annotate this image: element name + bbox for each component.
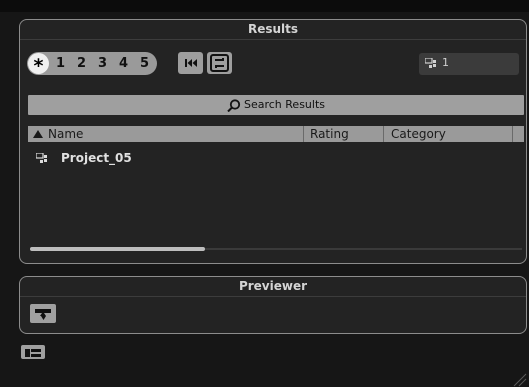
top-bar <box>0 0 529 12</box>
magnifier-icon <box>227 98 241 112</box>
result-name: Project_05 <box>61 151 132 165</box>
search-results-label: Search Results <box>243 98 325 111</box>
column-divider[interactable] <box>512 126 513 142</box>
previewer-panel: Previewer <box>19 276 527 334</box>
previewer-title: Previewer <box>20 277 526 297</box>
resize-grip-icon[interactable] <box>512 372 527 387</box>
rating-filter[interactable]: * 1 2 3 4 5 <box>27 52 157 77</box>
column-divider[interactable] <box>383 126 384 142</box>
column-category[interactable]: Category <box>391 126 446 142</box>
horizontal-scrollbar-thumb[interactable] <box>30 247 205 251</box>
skip-to-start-icon <box>185 59 197 67</box>
sync-button[interactable] <box>207 52 232 74</box>
rating-2-button[interactable]: 2 <box>77 52 86 75</box>
results-toolbar: * 1 2 3 4 5 1 <box>27 50 520 77</box>
result-count-field: 1 <box>419 53 519 75</box>
sync-icon <box>210 54 229 72</box>
preview-icon <box>35 309 51 320</box>
result-row[interactable]: Project_05 <box>28 150 524 168</box>
result-count: 1 <box>442 56 449 69</box>
results-title: Results <box>20 20 526 40</box>
column-divider[interactable] <box>303 126 304 142</box>
rating-all-button[interactable]: * <box>28 53 49 77</box>
preview-button[interactable] <box>30 304 56 323</box>
layout-toggle-button[interactable] <box>21 345 45 359</box>
column-name[interactable]: Name <box>48 126 83 142</box>
column-header: Name Rating Category <box>28 126 524 142</box>
layout-toggle-icon <box>25 349 41 357</box>
project-icon <box>425 58 436 68</box>
results-panel: Results * 1 2 3 4 5 1 Search Results Nam… <box>19 19 527 264</box>
rating-1-button[interactable]: 1 <box>56 52 65 75</box>
rating-4-button[interactable]: 4 <box>119 52 128 75</box>
column-rating[interactable]: Rating <box>310 126 349 142</box>
rewind-button[interactable] <box>178 52 203 74</box>
search-results-button[interactable]: Search Results <box>28 95 524 115</box>
project-icon <box>36 153 47 163</box>
rating-5-button[interactable]: 5 <box>140 52 149 75</box>
rating-3-button[interactable]: 3 <box>98 52 107 75</box>
sort-ascending-icon[interactable] <box>33 130 43 138</box>
